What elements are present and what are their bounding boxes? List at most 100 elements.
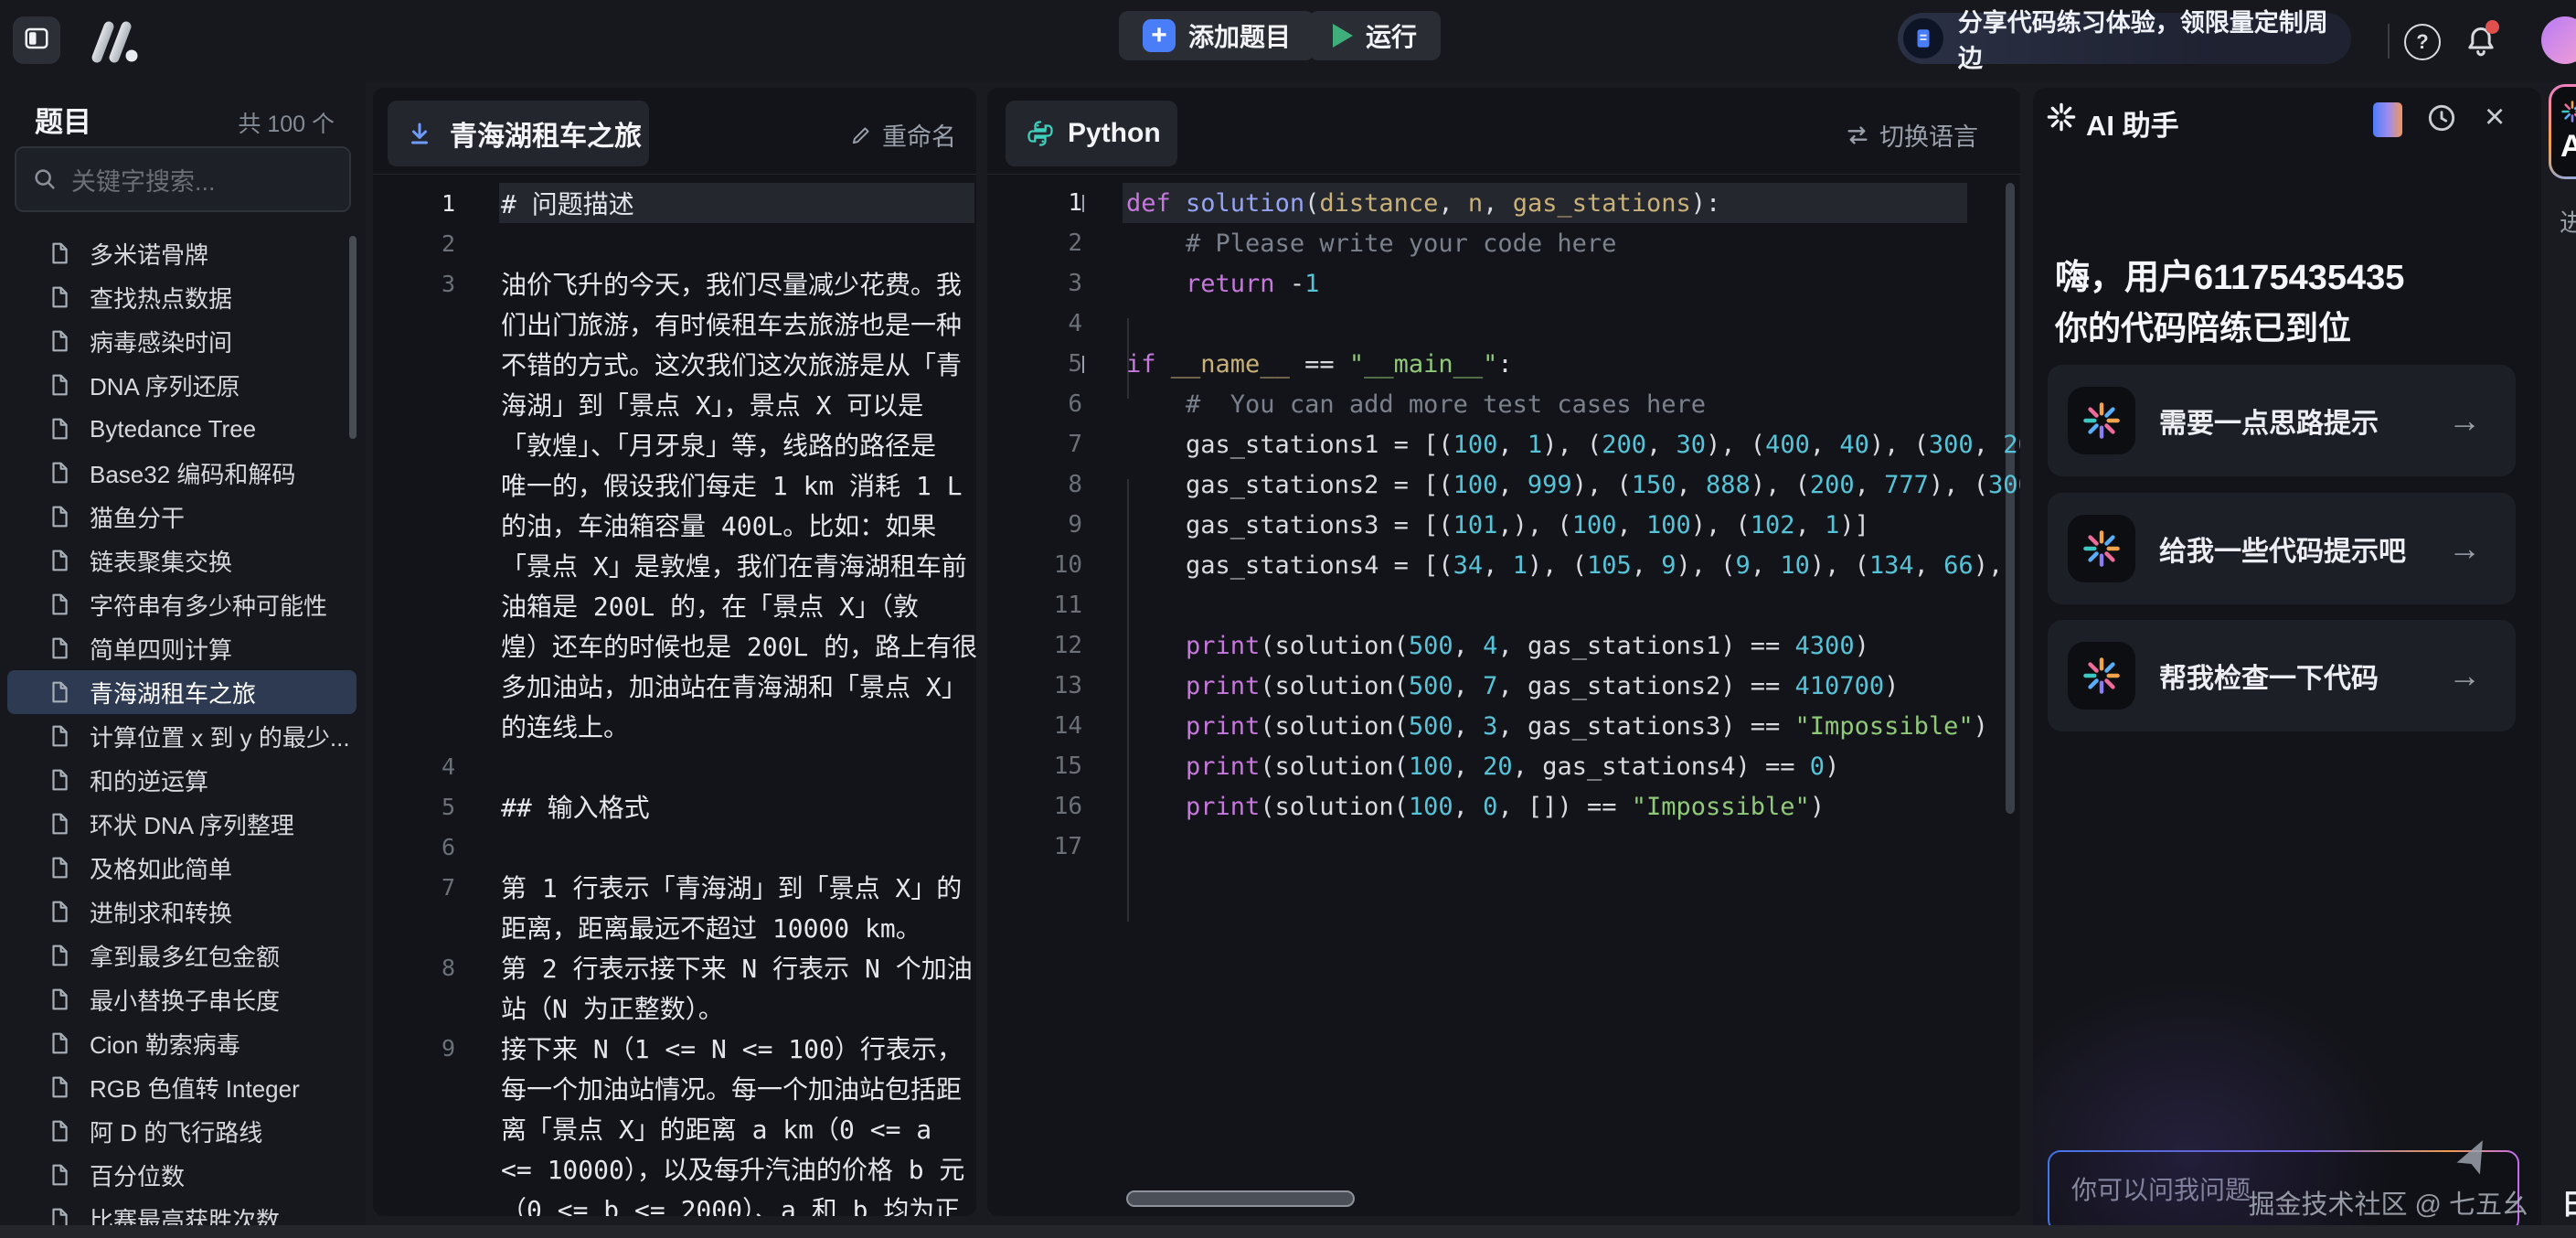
app-logo[interactable] [84,18,144,70]
sidebar-item[interactable]: 查找热点数据 [7,275,357,319]
notifications-button[interactable] [2463,22,2501,60]
sidebar-toggle-button[interactable] [13,16,60,64]
code-line[interactable]: 12 print(solution(500, 4, gas_stations1)… [987,625,2020,666]
code-line[interactable]: 7 gas_stations1 = [(100, 1), (200, 30), … [987,424,2020,464]
sidebar-item[interactable]: RGB 色值转 Integer [7,1065,357,1109]
sidebar-item[interactable]: 和的逆运算 [7,758,357,802]
chevron-down-icon[interactable] [1082,356,1084,373]
code-line[interactable]: 14 print(solution(500, 3, gas_stations3)… [987,706,2020,746]
problem-content[interactable]: 1# 问题描述23油价飞升的今天，我们尽量减少花费。我们出门旅游，有时候租车去旅… [373,183,976,1216]
code-line[interactable]: 6 # You can add more test cases here [987,384,2020,424]
markdown-row[interactable]: 多加油站，加油站在青海湖和「景点 X」 [373,666,976,706]
sidebar-item[interactable]: 进制求和转换 [7,890,357,934]
markdown-row[interactable]: <= 10000），以及每升汽油的价格 b 元 [373,1148,976,1189]
code-line[interactable]: 11 [987,585,2020,625]
sidebar-item[interactable]: 链表聚集交换 [7,539,357,582]
markdown-row[interactable]: 不错的方式。这次我们这次旅游是从「青 [373,344,976,384]
markdown-row[interactable]: 每一个加油站情况。每一个加油站包括距 [373,1068,976,1108]
code-line[interactable]: 4 [987,304,2020,344]
fold-gutter[interactable] [1082,195,1119,211]
sidebar-item[interactable]: Cion 勒索病毒 [7,1021,357,1065]
history-button[interactable] [2424,101,2459,135]
sidebar-item[interactable]: 及格如此简单 [7,846,357,890]
sidebar-item[interactable]: 猫鱼分干 [7,495,357,539]
code-line[interactable]: 13 print(solution(500, 7, gas_stations2)… [987,666,2020,706]
markdown-row[interactable]: 唯一的，假设我们每走 1 km 消耗 1 L [373,464,976,505]
help-button[interactable]: ? [2404,24,2441,60]
ai-suggestion-card[interactable]: 给我一些代码提示吧→ [2048,493,2516,604]
sidebar-item[interactable]: 阿 D 的飞行路线 [7,1109,357,1153]
markdown-row[interactable]: 5## 输入格式 [373,786,976,827]
sidebar-item[interactable]: 多米诺骨牌 [7,231,357,275]
sidebar-item[interactable]: 青海湖租车之旅 [7,670,357,714]
markdown-text: 「景点 X」是敦煌，我们在青海湖租车前 [455,547,976,583]
add-problem-button[interactable]: + 添加题目 [1119,11,1315,60]
sidebar-item[interactable]: 字符串有多少种可能性 [7,582,357,626]
code-line[interactable]: 5if __name__ == "__main__": [987,344,2020,384]
markdown-row[interactable]: 3油价飞升的今天，我们尽量减少花费。我 [373,263,976,304]
user-avatar[interactable] [2541,16,2576,64]
markdown-row[interactable]: 1# 问题描述 [373,183,976,223]
markdown-row[interactable]: 的油，车油箱容量 400L。比如：如果 [373,505,976,545]
switch-language-button[interactable]: 切换语言 [1845,117,1978,153]
code-line[interactable]: 9 gas_stations3 = [(101,), (100, 100), (… [987,505,2020,545]
markdown-row[interactable]: 距离，距离最远不超过 10000 km。 [373,907,976,947]
ai-suggestion-card[interactable]: 帮我检查一下代码→ [2048,620,2516,731]
search-input[interactable]: 关键字搜索... [15,146,351,212]
close-icon[interactable]: × [2485,95,2505,139]
sidebar-item[interactable]: 拿到最多红包金额 [7,934,357,977]
doc-icon [48,461,71,485]
markdown-text: 第 2 行表示接下来 N 行表示 N 个加油 [455,949,976,986]
markdown-row[interactable]: 8第 2 行表示接下来 N 行表示 N 个加油 [373,947,976,987]
sidebar-item[interactable]: DNA 序列还原 [7,363,357,407]
code-line[interactable]: 1def solution(distance, n, gas_stations)… [987,183,2020,223]
code-line[interactable]: 10 gas_stations4 = [(34, 1), (105, 9), (… [987,545,2020,585]
code-horizontal-scrollbar[interactable] [1126,1190,1355,1207]
chevron-down-icon[interactable] [1082,195,1084,212]
sidebar-item[interactable]: 环状 DNA 序列整理 [7,802,357,846]
markdown-row[interactable]: 站（N 为正整数）。 [373,987,976,1028]
markdown-row[interactable]: 煌）还车的时候也是 200L 的，路上有很 [373,625,976,666]
markdown-row[interactable]: 4 [373,746,976,786]
language-tab[interactable]: Python [1006,101,1177,166]
sidebar-scrollbar[interactable] [349,236,357,439]
code-text: return -1 [1119,270,2020,298]
sidebar-item[interactable]: Base32 编码和解码 [7,451,357,495]
floating-ai-button[interactable]: A [2549,84,2576,179]
fold-gutter[interactable] [1082,356,1119,372]
markdown-row[interactable]: 油箱是 200L 的，在「景点 X」（敦 [373,585,976,625]
code-line[interactable]: 16 print(solution(100, 0, []) == "Imposs… [987,786,2020,827]
code-content[interactable]: 1def solution(distance, n, gas_stations)… [987,183,2020,867]
markdown-row[interactable]: 「景点 X」是敦煌，我们在青海湖租车前 [373,545,976,585]
problem-tab[interactable]: 青海湖租车之旅 [388,101,649,166]
ai-suggestion-card[interactable]: 需要一点思路提示→ [2048,365,2516,476]
markdown-row[interactable]: 9接下来 N（1 <= N <= 100）行表示， [373,1028,976,1068]
theme-icon[interactable] [2373,102,2402,137]
markdown-row[interactable]: （0 <= b <= 2000）、a 和 b 均为正 [373,1189,976,1216]
sidebar-item[interactable]: 计算位置 x 到 y 的最少... [7,714,357,758]
markdown-row[interactable]: 们出门旅游，有时候租车去旅游也是一种 [373,304,976,344]
sidebar-item[interactable]: 最小替换子串长度 [7,977,357,1021]
code-text: # You can add more test cases here [1119,390,2020,419]
markdown-row[interactable]: 7第 1 行表示「青海湖」到「景点 X」的 [373,867,976,907]
sidebar-item[interactable]: 病毒感染时间 [7,319,357,363]
sidebar-item[interactable]: 百分位数 [7,1153,357,1197]
markdown-row[interactable]: 的连线上。 [373,706,976,746]
code-text: def solution(distance, n, gas_stations): [1119,189,2020,218]
markdown-row[interactable]: 海湖」到「景点 X」，景点 X 可以是 [373,384,976,424]
breakpoint-gutter[interactable] [987,678,1031,694]
markdown-row[interactable]: 离「景点 X」的距离 a km（0 <= a [373,1108,976,1148]
code-line[interactable]: 3 return -1 [987,263,2020,304]
sidebar-item[interactable]: Bytedance Tree [7,407,357,451]
code-line[interactable]: 8 gas_stations2 = [(100, 999), (150, 888… [987,464,2020,505]
promo-banner[interactable]: 分享代码练习体验，领限量定制周边 [1898,13,2351,64]
run-button[interactable]: 运行 [1309,11,1441,60]
code-line[interactable]: 15 print(solution(100, 20, gas_stations4… [987,746,2020,786]
markdown-row[interactable]: 6 [373,827,976,867]
code-line[interactable]: 17 [987,827,2020,867]
markdown-row[interactable]: 「敦煌」、「月牙泉」等，线路的路径是 [373,424,976,464]
rename-button[interactable]: 重命名 [849,117,956,153]
sidebar-item[interactable]: 简单四则计算 [7,626,357,670]
markdown-row[interactable]: 2 [373,223,976,263]
code-line[interactable]: 2 # Please write your code here [987,223,2020,263]
